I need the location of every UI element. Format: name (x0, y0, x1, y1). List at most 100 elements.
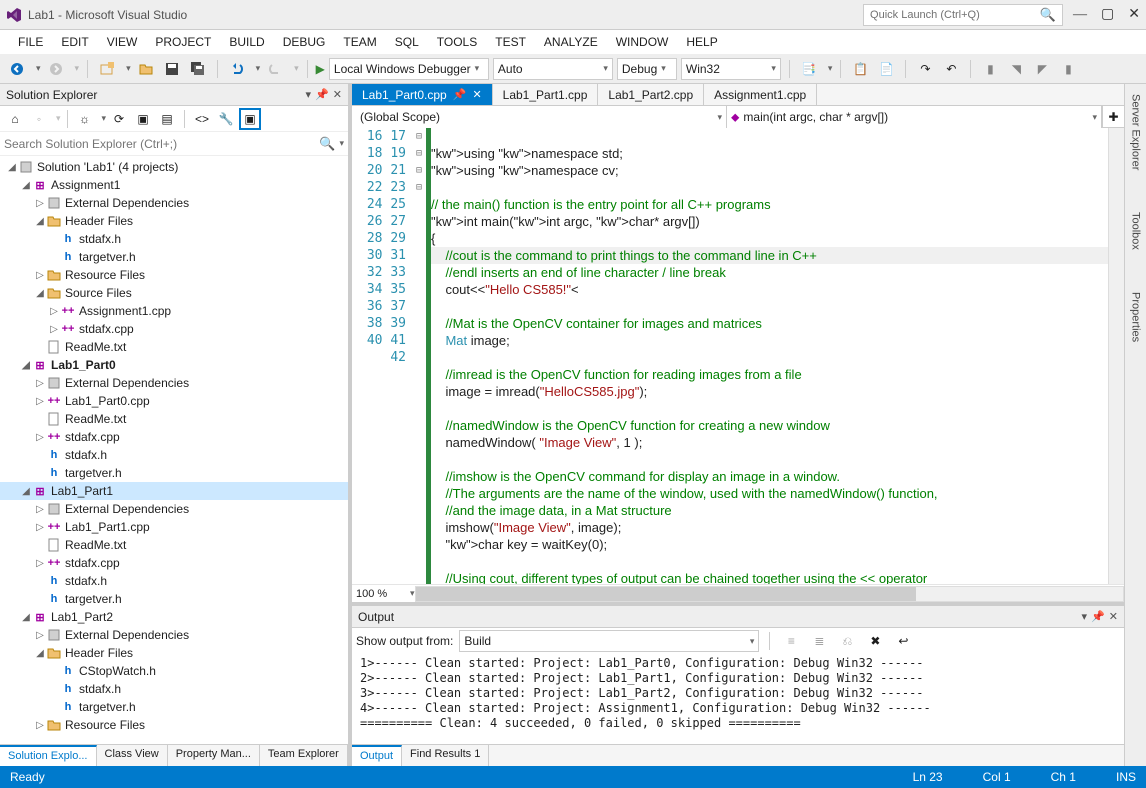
save-button[interactable] (161, 58, 183, 80)
tree-item[interactable]: ▷++stdafx.cpp (0, 554, 348, 572)
wrench-icon[interactable]: 🔧 (215, 108, 237, 130)
tree-item[interactable]: ◢Header Files (0, 644, 348, 662)
bottom-tab[interactable]: Output (352, 745, 402, 766)
platform-dropdown[interactable]: Win32▾ (681, 58, 781, 80)
quick-launch-input[interactable]: Quick Launch (Ctrl+Q) 🔍 (863, 4, 1063, 26)
search-input[interactable] (4, 137, 319, 151)
clear-output-button[interactable]: ✖ (864, 630, 886, 652)
editor-tab[interactable]: Assignment1.cpp (704, 84, 817, 105)
tree-item[interactable]: ▷External Dependencies (0, 626, 348, 644)
tree-item[interactable]: ◢Solution 'Lab1' (4 projects) (0, 158, 348, 176)
split-icon[interactable]: ✚ (1102, 106, 1124, 127)
nav-back-button[interactable] (6, 58, 28, 80)
code-icon[interactable]: <> (191, 108, 213, 130)
tree-item[interactable]: ◢Source Files (0, 284, 348, 302)
toolbar-button[interactable]: ◥ (1005, 58, 1027, 80)
nav-forward-button[interactable] (45, 58, 67, 80)
code-content[interactable]: "kw">using "kw">namespace std;"kw">using… (431, 128, 1108, 584)
menu-debug[interactable]: DEBUG (275, 33, 334, 51)
start-debugger-dropdown[interactable]: Local Windows Debugger▾ (329, 58, 489, 80)
tree-item[interactable]: ◢⊞Lab1_Part1 (0, 482, 348, 500)
collapse-icon[interactable]: ▣ (132, 108, 154, 130)
undo-button[interactable] (226, 58, 248, 80)
zoom-level[interactable]: 100 % (356, 588, 406, 600)
pin-icon[interactable]: 📌 (315, 88, 329, 101)
tree-item[interactable]: hCStopWatch.h (0, 662, 348, 680)
tree-item[interactable]: ReadMe.txt (0, 536, 348, 554)
menu-window[interactable]: WINDOW (608, 33, 677, 51)
dropdown-icon[interactable]: ▾ (1082, 610, 1088, 623)
menu-build[interactable]: BUILD (221, 33, 272, 51)
tree-item[interactable]: ReadMe.txt (0, 410, 348, 428)
tree-item[interactable]: ◢⊞Lab1_Part0 (0, 356, 348, 374)
tree-item[interactable]: ▷External Dependencies (0, 374, 348, 392)
minimize-button[interactable]: — (1073, 7, 1087, 23)
close-icon[interactable]: ✕ (333, 88, 342, 101)
menu-project[interactable]: PROJECT (147, 33, 219, 51)
wrap-button[interactable]: ↩ (892, 630, 914, 652)
tree-item[interactable]: htargetver.h (0, 248, 348, 266)
left-tab[interactable]: Class View (97, 745, 168, 766)
home-icon[interactable]: ⌂ (4, 108, 26, 130)
toolbar-button[interactable]: 📄 (875, 58, 897, 80)
maximize-button[interactable]: ▢ (1101, 6, 1114, 23)
sync-icon[interactable]: ☼ (74, 108, 96, 130)
tree-item[interactable]: ▷++Assignment1.cpp (0, 302, 348, 320)
tree-item[interactable]: htargetver.h (0, 590, 348, 608)
member-dropdown[interactable]: ⬥main(int argc, char * argv[])▾ (727, 106, 1102, 128)
tree-item[interactable]: ReadMe.txt (0, 338, 348, 356)
menu-sql[interactable]: SQL (387, 33, 427, 51)
tree-item[interactable]: hstdafx.h (0, 572, 348, 590)
toolbar-button[interactable]: ◤ (1031, 58, 1053, 80)
toolbar-button[interactable]: 📋 (849, 58, 871, 80)
editor-tab[interactable]: Lab1_Part2.cpp (598, 84, 704, 105)
tree-item[interactable]: hstdafx.h (0, 446, 348, 464)
side-tab[interactable]: Server Explorer (1128, 88, 1144, 176)
left-tab[interactable]: Solution Explo... (0, 745, 97, 766)
horizontal-scrollbar[interactable] (415, 586, 1124, 602)
back-icon[interactable]: ◦ (28, 108, 50, 130)
output-button[interactable]: ≣ (808, 630, 830, 652)
output-source-dropdown[interactable]: Build▾ (459, 630, 759, 652)
tree-item[interactable]: ▷++stdafx.cpp (0, 428, 348, 446)
pin-icon[interactable]: 📌 (1091, 610, 1105, 623)
scope-dropdown[interactable]: (Global Scope)▾ (352, 106, 727, 128)
menu-edit[interactable]: EDIT (53, 33, 96, 51)
solution-tree[interactable]: ◢Solution 'Lab1' (4 projects)◢⊞Assignmen… (0, 156, 348, 744)
code-editor[interactable]: 16 17 18 19 20 21 22 23 24 25 26 27 28 2… (352, 128, 1124, 584)
menu-view[interactable]: VIEW (99, 33, 146, 51)
vertical-scrollbar[interactable] (1108, 128, 1124, 584)
tree-item[interactable]: ▷Resource Files (0, 716, 348, 734)
menu-file[interactable]: FILE (10, 33, 51, 51)
tree-item[interactable]: htargetver.h (0, 698, 348, 716)
dropdown-icon[interactable]: ▾ (306, 88, 312, 101)
new-project-button[interactable] (96, 58, 118, 80)
toolbar-button[interactable]: 📑 (798, 58, 820, 80)
menu-test[interactable]: TEST (487, 33, 534, 51)
config-dropdown[interactable]: Auto▾ (493, 58, 613, 80)
tree-item[interactable]: ◢⊞Lab1_Part2 (0, 608, 348, 626)
tree-item[interactable]: ▷External Dependencies (0, 500, 348, 518)
menu-analyze[interactable]: ANALYZE (536, 33, 606, 51)
tree-item[interactable]: ▷Resource Files (0, 266, 348, 284)
tree-item[interactable]: ◢Header Files (0, 212, 348, 230)
tree-item[interactable]: ▷++Lab1_Part0.cpp (0, 392, 348, 410)
step-button[interactable]: ↷ (914, 58, 936, 80)
save-all-button[interactable] (187, 58, 209, 80)
tree-item[interactable]: ▷++stdafx.cpp (0, 320, 348, 338)
left-tab[interactable]: Team Explorer (260, 745, 348, 766)
left-tab[interactable]: Property Man... (168, 745, 260, 766)
editor-tab[interactable]: Lab1_Part0.cpp 📌 ✕ (352, 84, 493, 105)
tree-item[interactable]: hstdafx.h (0, 230, 348, 248)
properties-icon[interactable]: ▣ (239, 108, 261, 130)
side-tab[interactable]: Properties (1128, 286, 1144, 348)
menu-tools[interactable]: TOOLS (429, 33, 485, 51)
redo-button[interactable] (264, 58, 286, 80)
tree-item[interactable]: htargetver.h (0, 464, 348, 482)
menu-team[interactable]: TEAM (335, 33, 384, 51)
tree-item[interactable]: ◢⊞Assignment1 (0, 176, 348, 194)
output-button[interactable]: ⎌ (836, 630, 858, 652)
menu-help[interactable]: HELP (678, 33, 725, 51)
show-all-icon[interactable]: ▤ (156, 108, 178, 130)
fold-gutter[interactable]: ⊟ ⊟ ⊟ ⊟ (412, 128, 426, 584)
